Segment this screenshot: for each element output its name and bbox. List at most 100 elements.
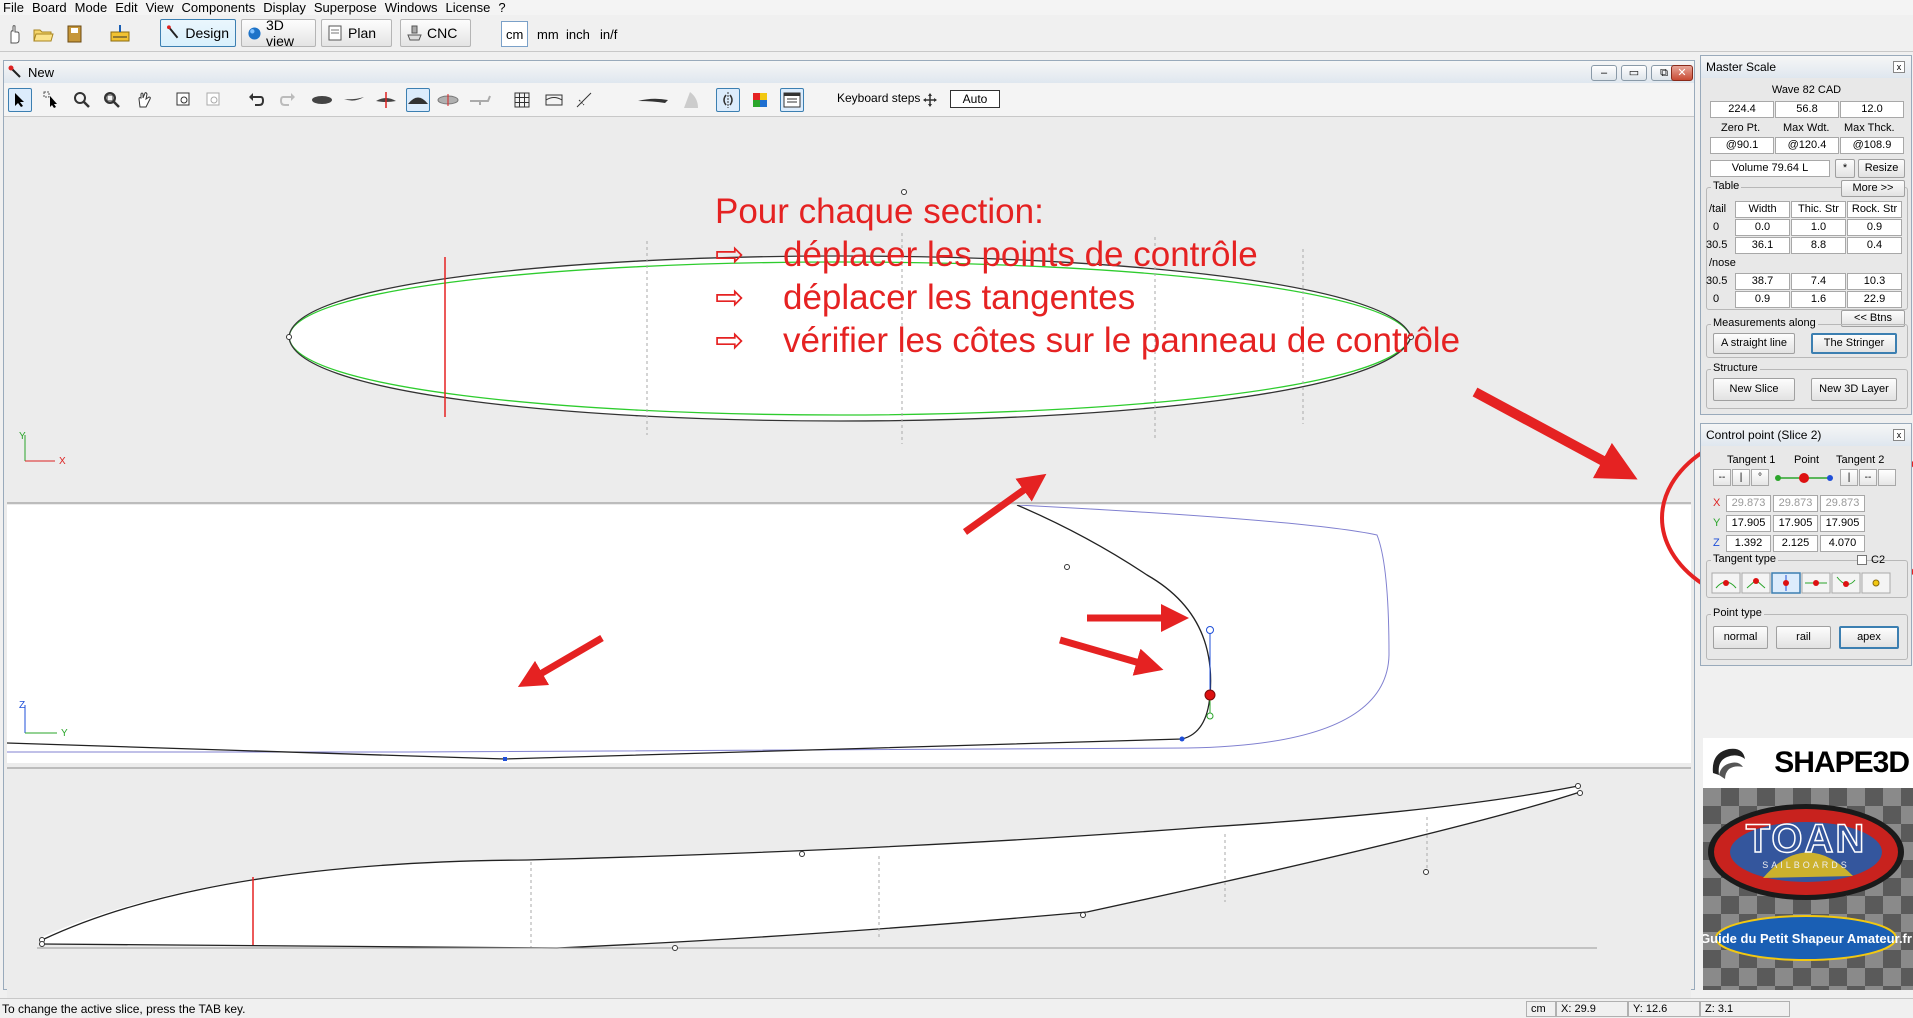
save-icon[interactable] [64,23,86,45]
control-panel-icon[interactable] [780,88,804,112]
menu-display[interactable]: Display [260,0,311,15]
more-button[interactable]: More >> [1841,180,1905,197]
cnc-button[interactable]: CNC [400,19,471,47]
plan-button[interactable]: Plan [321,19,392,47]
pan-hand-icon[interactable] [132,88,156,112]
color-palette-icon[interactable] [748,88,772,112]
table-cell[interactable]: 38.7 [1735,273,1790,290]
tangent1-horizontal-button[interactable]: -- [1713,469,1731,486]
minimize-button[interactable]: – [1591,65,1617,81]
t1-x-field[interactable]: 29.873 [1726,495,1771,512]
unit-mm[interactable]: mm [533,21,563,47]
symmetry-icon[interactable] [716,88,740,112]
menu-file[interactable]: File [0,0,29,15]
stringer-button[interactable]: The Stringer [1811,333,1897,354]
t2-x-field[interactable]: 29.873 [1820,495,1865,512]
fin-icon[interactable] [636,88,670,112]
copy-slice-icon[interactable] [172,88,196,112]
close-button[interactable]: ✕ [1671,65,1693,81]
slice-canvas[interactable]: Z Y [7,505,1691,763]
tangent1-angle-button[interactable]: ° [1751,469,1769,486]
table-cell[interactable]: 0.0 [1735,219,1790,236]
point-type-rail-button[interactable]: rail [1776,626,1831,649]
slice-move-icon[interactable] [374,88,398,112]
menu-windows[interactable]: Windows [382,0,443,15]
tangent2-vertical-button[interactable]: | [1840,469,1858,486]
point-x-field[interactable]: 29.873 [1773,495,1818,512]
board-settings-icon[interactable] [109,23,131,45]
dim-thickness: 12.0 [1840,101,1904,118]
tangent2-angle-button[interactable] [1878,469,1896,486]
unit-inch[interactable]: inch [562,21,594,47]
keyboard-steps-field[interactable]: Auto [950,90,1000,108]
slice-grid-icon[interactable] [542,88,566,112]
deck-slope-icon[interactable] [468,88,492,112]
tangent1-vertical-button[interactable]: | [1732,469,1750,486]
point-type-apex-button[interactable]: apex [1839,626,1899,649]
table-cell[interactable]: 22.9 [1847,291,1902,308]
table-cell[interactable]: 0.9 [1847,219,1902,236]
unit-cm[interactable]: cm [501,21,529,47]
point-z-field[interactable]: 2.125 [1773,535,1818,552]
pane-separator[interactable] [7,767,1691,769]
slice-view[interactable]: Z Y [7,505,1691,763]
point-y-field[interactable]: 17.905 [1773,515,1818,532]
c2-checkbox[interactable] [1857,555,1867,565]
open-folder-icon[interactable] [32,23,54,45]
menu-help[interactable]: ? [495,0,510,15]
grid-icon[interactable] [510,88,534,112]
table-cell[interactable]: 0.4 [1847,237,1902,254]
outline-axis-indicator: Y X [19,431,66,467]
fin-plug-icon[interactable] [678,88,702,112]
table-cell[interactable]: 1.0 [1791,219,1846,236]
paste-slice-icon[interactable] [202,88,226,112]
profile-canvas[interactable]: Z X [7,772,1691,1018]
profile-view-icon[interactable] [342,88,366,112]
undo-icon[interactable] [244,88,268,112]
all-slices-icon[interactable] [436,88,460,112]
unit-in-f[interactable]: in/f [596,21,621,47]
outline-view-icon[interactable] [310,88,334,112]
table-cell[interactable]: 7.4 [1791,273,1846,290]
design-label: Design [185,25,229,41]
hand-icon[interactable] [4,23,26,45]
menu-components[interactable]: Components [179,0,261,15]
t1-y-field[interactable]: 17.905 [1726,515,1771,532]
select-points-icon[interactable] [40,88,64,112]
menu-board[interactable]: Board [29,0,72,15]
menu-view[interactable]: View [143,0,179,15]
tangent-type-buttons[interactable] [1711,572,1901,594]
close-icon[interactable]: x [1893,61,1905,73]
menu-license[interactable]: License [443,0,496,15]
table-cell[interactable]: 10.3 [1847,273,1902,290]
zoom-window-icon[interactable] [100,88,124,112]
maximize-button[interactable]: ▭ [1621,65,1647,81]
redo-icon[interactable] [276,88,300,112]
table-cell[interactable]: 1.6 [1791,291,1846,308]
slice-view-icon[interactable] [406,88,430,112]
menu-superpose[interactable]: Superpose [311,0,382,15]
t2-z-field[interactable]: 4.070 [1820,535,1865,552]
menu-edit[interactable]: Edit [112,0,142,15]
t1-z-field[interactable]: 1.392 [1726,535,1771,552]
profile-view[interactable]: Z X [7,772,1691,1018]
tangent2-horizontal-button[interactable]: -- [1859,469,1877,486]
close-icon[interactable]: x [1893,429,1905,441]
pane-separator[interactable] [7,502,1691,504]
menu-mode[interactable]: Mode [72,0,113,15]
3d-view-button[interactable]: 3D view [241,17,316,49]
new-3d-layer-button[interactable]: New 3D Layer [1811,378,1897,401]
design-mode-button[interactable]: Design [160,19,236,47]
point-type-normal-button[interactable]: normal [1713,626,1768,649]
zoom-icon[interactable] [70,88,94,112]
measure-icon[interactable] [572,88,596,112]
t2-y-field[interactable]: 17.905 [1820,515,1865,532]
volume-star-button[interactable]: * [1835,159,1855,178]
new-slice-button[interactable]: New Slice [1713,378,1795,401]
table-cell[interactable]: 36.1 [1735,237,1790,254]
resize-button[interactable]: Resize [1858,159,1905,178]
table-cell[interactable]: 8.8 [1791,237,1846,254]
select-arrow-icon[interactable] [8,88,32,112]
table-cell[interactable]: 0.9 [1735,291,1790,308]
straight-line-button[interactable]: A straight line [1713,333,1795,354]
